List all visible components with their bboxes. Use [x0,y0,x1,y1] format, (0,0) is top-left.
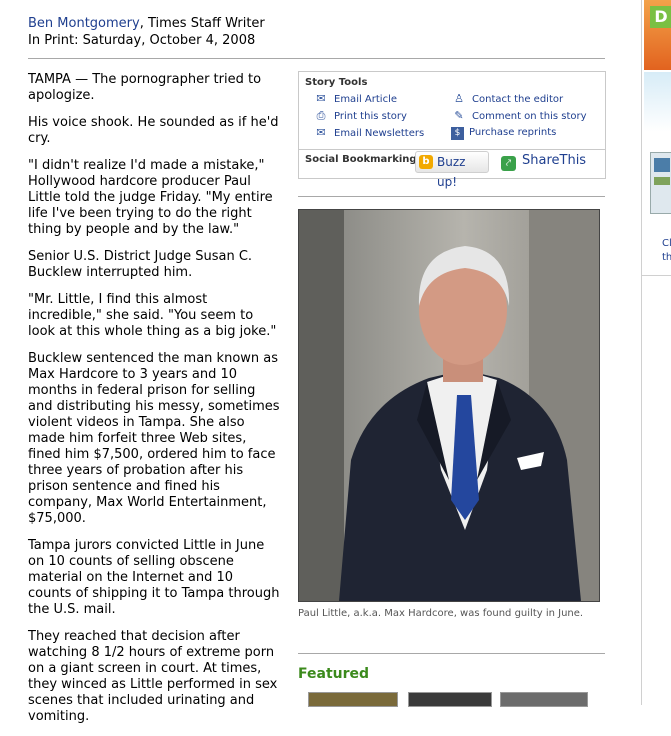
sidebar-link[interactable]: Cl th [662,237,671,265]
article-paragraph: TAMPA — The pornographer tried to apolog… [28,72,262,103]
contact-editor-link[interactable]: ♙ Contact the editor [451,92,563,106]
article-paragraph: "I didn't realize I'd made a mistake," H… [28,158,273,237]
promo-banner[interactable]: D [644,0,671,70]
envelope-icon: ✉ [316,92,326,105]
featured-heading: Featured [298,666,370,682]
email-newsletters-label: Email Newsletters [334,128,425,139]
buzz-up-button[interactable]: b Buzz up! [415,151,489,189]
share-this-button[interactable]: ⤤ ShareThis [501,153,586,171]
pencil-icon: ✎ [454,109,464,122]
article-paragraph: Tampa jurors convicted Little in June on… [28,538,280,617]
sidebar-divider [642,275,671,276]
comment-label: Comment on this story [472,111,587,122]
story-tools-title: Story Tools [305,77,368,88]
printer-icon: ⎙ [316,109,326,122]
author-role: , Times Staff Writer [139,16,265,31]
email-article-label: Email Article [334,94,398,105]
social-bookmarking-title: Social Bookmarking [305,154,417,165]
dollar-icon: $ [451,127,464,140]
sidebar-link-line: Cl [662,238,671,249]
article-paragraph: "Mr. Little, I find this almost incredib… [28,292,277,339]
email-article-link[interactable]: ✉ Email Article [313,92,397,106]
byline-divider [28,58,605,59]
tools-divider [298,196,605,197]
publication-thumbnail[interactable] [650,152,671,214]
person-icon: ♙ [454,92,464,105]
article-paragraph: Bucklew sentenced the man known as Max H… [28,351,280,526]
print-story-link[interactable]: ⎙ Print this story [313,109,407,123]
contact-editor-label: Contact the editor [472,94,564,105]
portrait-illustration [299,210,599,601]
sidebar-link-line: th [662,252,671,263]
print-date: In Print: Saturday, October 4, 2008 [28,33,256,48]
email-newsletters-link[interactable]: ✉ Email Newsletters [313,126,424,140]
buzz-up-label: Buzz up! [437,155,466,189]
print-story-label: Print this story [334,111,407,122]
photo-caption: Paul Little, a.k.a. Max Hardcore, was fo… [298,608,584,619]
share-icon: ⤤ [501,156,516,171]
byline: Ben Montgomery, Times Staff Writer In Pr… [28,15,265,49]
promo-letter: D [650,6,671,28]
author-link[interactable]: Ben Montgomery [28,16,140,31]
comment-link[interactable]: ✎ Comment on this story [451,109,587,123]
share-this-label: ShareThis [522,153,587,168]
story-tools-box: Story Tools ✉ Email Article ⎙ Print this s… [298,71,606,150]
article-photo [298,209,600,602]
article-paragraph: Senior U.S. District Judge Susan C. Buck… [28,249,253,280]
buzz-icon: b [419,155,433,169]
social-bookmarking-box: Social Bookmarking b Buzz up! ⤤ ShareThis [298,148,606,189]
purchase-reprints-link[interactable]: $ Purchase reprints [451,126,556,140]
article-body: TAMPA — The pornographer tried to apolog… [28,72,280,736]
article-paragraph: They reached that decision after watchin… [28,629,278,724]
right-sidebar: D Cl th [641,0,671,705]
article-paragraph: His voice shook. He sounded as if he'd c… [28,115,279,146]
caption-divider [298,653,605,654]
purchase-reprints-label: Purchase reprints [469,127,557,138]
promo-gradient [644,72,671,132]
envelope-icon: ✉ [316,126,326,139]
